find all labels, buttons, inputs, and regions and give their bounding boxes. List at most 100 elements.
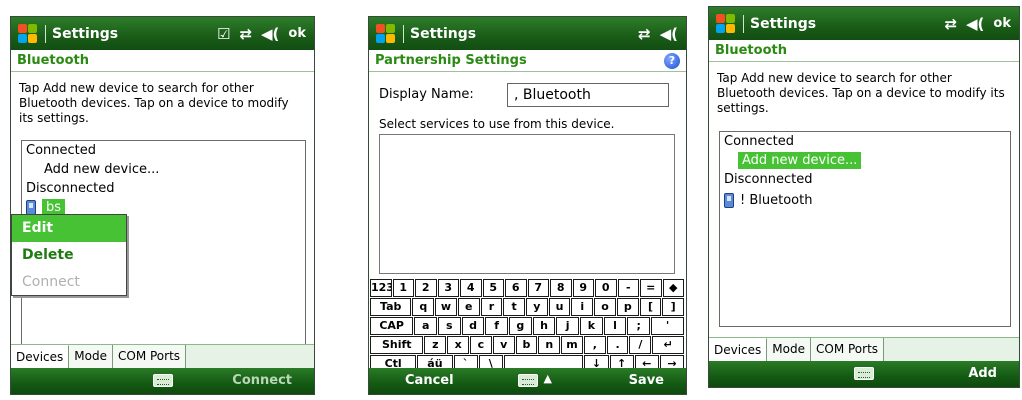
key-b[interactable]: b <box>515 336 538 354</box>
key-n[interactable]: n <box>538 336 561 354</box>
key-e[interactable]: e <box>457 298 480 316</box>
connect-softkey[interactable]: Connect <box>232 373 292 388</box>
help-icon[interactable]: ? <box>664 53 680 69</box>
key-h[interactable]: h <box>532 317 556 335</box>
tab-devices[interactable]: Devices <box>11 345 70 368</box>
keyboard-icon[interactable] <box>854 367 874 380</box>
keyboard-row-qwerty: Tab q w e r t y u i o p [ ] <box>370 298 685 316</box>
key-l[interactable]: l <box>603 317 627 335</box>
windows-start-icon[interactable] <box>17 23 39 45</box>
add-new-device-item[interactable]: Add new device... <box>720 151 1010 170</box>
input-menu-caret-icon[interactable]: ▲ <box>544 372 552 385</box>
key-minus[interactable]: - <box>617 279 639 297</box>
key-m[interactable]: m <box>561 336 583 354</box>
tab-mode[interactable]: Mode <box>69 345 113 368</box>
cancel-softkey[interactable]: Cancel <box>405 373 454 388</box>
add-new-device-item[interactable]: Add new device... <box>22 160 305 179</box>
title-separator <box>403 24 404 43</box>
windows-start-icon[interactable] <box>375 23 397 45</box>
tab-devices[interactable]: Devices <box>709 338 768 361</box>
key-4[interactable]: 4 <box>460 279 482 297</box>
device-list[interactable]: Connected Add new device... Disconnected… <box>719 131 1011 327</box>
key-r[interactable]: r <box>480 298 503 316</box>
bluetooth-settings-screen: Settings ☑ ⇄ ◀( ok Bluetooth Tap Add new… <box>10 16 315 395</box>
key-j[interactable]: j <box>556 317 580 335</box>
key-g[interactable]: g <box>509 317 532 335</box>
key-comma[interactable]: , <box>583 336 606 354</box>
key-open-bracket[interactable]: [ <box>639 298 662 316</box>
menu-item-delete[interactable]: Delete <box>12 242 126 269</box>
key-c[interactable]: c <box>470 336 492 354</box>
display-name-label: Display Name: <box>379 87 474 102</box>
key-equals[interactable]: = <box>640 279 662 297</box>
key-p[interactable]: p <box>616 298 639 316</box>
key-close-bracket[interactable]: ] <box>662 298 685 316</box>
key-semicolon[interactable]: ; <box>627 317 651 335</box>
key-y[interactable]: y <box>526 298 548 316</box>
key-2[interactable]: 2 <box>415 279 437 297</box>
key-0[interactable]: 0 <box>595 279 617 297</box>
add-softkey[interactable]: Add <box>968 366 997 381</box>
title-bar: Settings ☑ ⇄ ◀( ok <box>11 17 314 50</box>
key-6[interactable]: 6 <box>505 279 527 297</box>
context-menu: Edit Delete Connect <box>11 214 127 296</box>
key-apostrophe[interactable]: ' <box>651 317 685 335</box>
key-slash[interactable]: / <box>629 336 652 354</box>
key-s[interactable]: s <box>438 317 461 335</box>
ok-button[interactable]: ok <box>993 16 1011 31</box>
key-enter[interactable]: ↵ <box>652 336 684 354</box>
description-text: Tap Add new device to search for other B… <box>19 81 289 125</box>
key-tab[interactable]: Tab <box>370 298 412 316</box>
tab-mode[interactable]: Mode <box>767 338 811 361</box>
key-v[interactable]: v <box>492 336 515 354</box>
status-tray: ☑ ⇄ ◀( ok <box>217 25 306 43</box>
key-caps[interactable]: CAP <box>370 317 414 335</box>
key-u[interactable]: u <box>548 298 571 316</box>
section-header: Bluetooth <box>709 40 1019 62</box>
key-k[interactable]: k <box>580 317 603 335</box>
device-item[interactable]: ! Bluetooth <box>720 191 1010 210</box>
key-x[interactable]: x <box>447 336 470 354</box>
keyboard-row-zxcv: Shift z x c v b n m , . / ↵ <box>370 336 685 354</box>
key-i[interactable]: i <box>571 298 594 316</box>
key-9[interactable]: 9 <box>572 279 594 297</box>
windows-start-icon[interactable] <box>715 13 737 35</box>
key-z[interactable]: z <box>424 336 447 354</box>
key-o[interactable]: o <box>594 298 616 316</box>
key-t[interactable]: t <box>503 298 526 316</box>
connectivity-icon[interactable]: ⇄ <box>944 15 957 33</box>
app-title: Settings <box>52 25 119 42</box>
save-softkey[interactable]: Save <box>629 373 664 388</box>
key-7[interactable]: 7 <box>527 279 549 297</box>
key-q[interactable]: q <box>412 298 435 316</box>
connectivity-icon[interactable]: ⇄ <box>239 25 252 43</box>
key-3[interactable]: 3 <box>437 279 459 297</box>
key-backspace[interactable]: ◆ <box>662 279 684 297</box>
key-w[interactable]: w <box>435 298 457 316</box>
key-8[interactable]: 8 <box>550 279 572 297</box>
key-shift[interactable]: Shift <box>370 336 424 354</box>
menu-item-edit[interactable]: Edit <box>12 215 126 242</box>
display-name-input[interactable]: , Bluetooth <box>507 83 669 107</box>
tab-com-ports[interactable]: COM Ports <box>113 345 187 368</box>
app-title: Settings <box>750 15 817 32</box>
keyboard-icon[interactable] <box>152 374 173 387</box>
volume-icon[interactable]: ◀( <box>261 25 279 43</box>
key-123[interactable]: 123 <box>370 279 392 297</box>
key-1[interactable]: 1 <box>392 279 414 297</box>
volume-icon[interactable]: ◀( <box>966 15 984 33</box>
key-period[interactable]: . <box>606 336 629 354</box>
ok-button[interactable]: ok <box>288 26 306 41</box>
key-a[interactable]: a <box>414 317 437 335</box>
edit-checkbox-icon[interactable]: ☑ <box>217 25 230 43</box>
key-f[interactable]: f <box>485 317 509 335</box>
add-new-device-label: Add new device... <box>738 152 862 169</box>
key-d[interactable]: d <box>461 317 485 335</box>
tab-com-ports[interactable]: COM Ports <box>811 338 885 361</box>
key-5[interactable]: 5 <box>482 279 504 297</box>
connectivity-icon[interactable]: ⇄ <box>638 25 651 43</box>
keyboard-icon[interactable] <box>517 374 538 387</box>
volume-icon[interactable]: ◀( <box>660 25 678 43</box>
keyboard-row-asdf: CAP a s d f g h j k l ; ' <box>370 317 685 335</box>
services-list[interactable] <box>379 134 675 274</box>
